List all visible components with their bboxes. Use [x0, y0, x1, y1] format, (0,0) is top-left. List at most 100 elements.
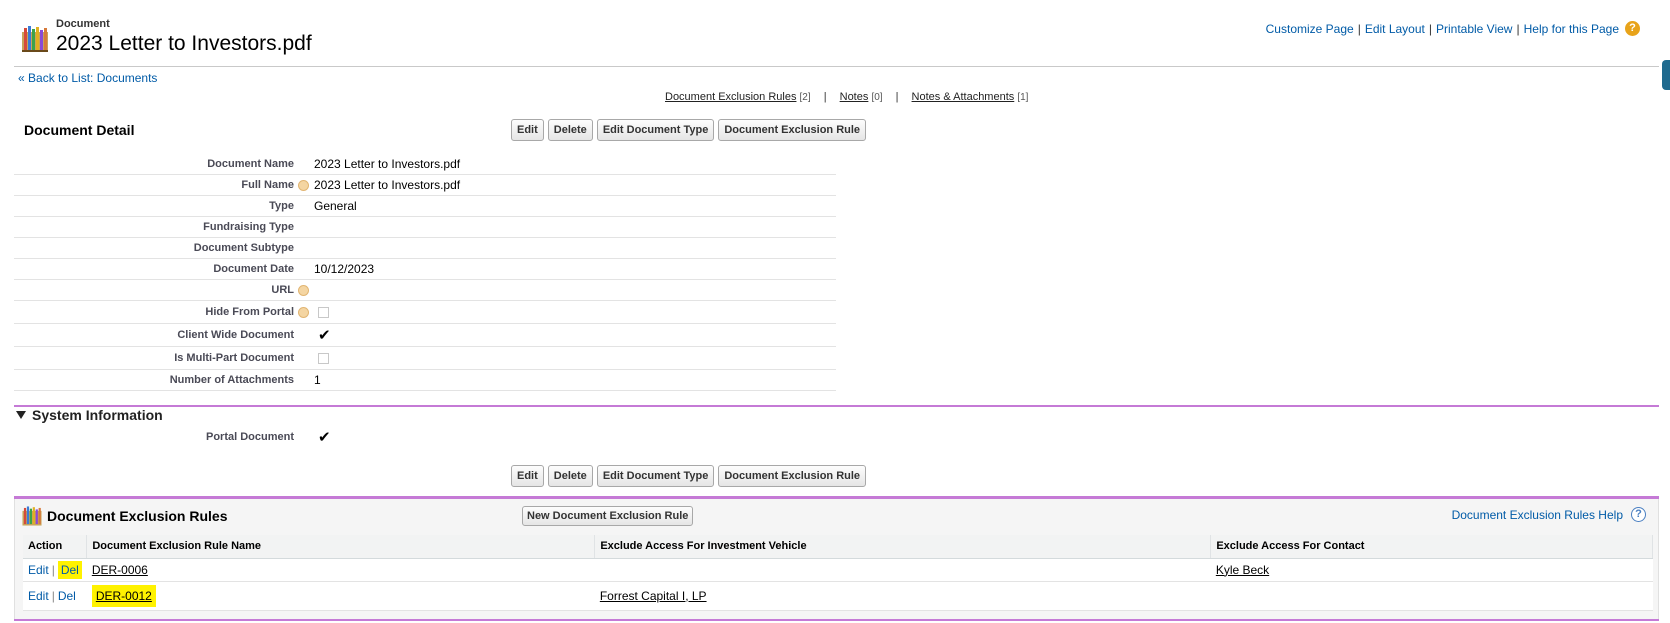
field-row: URL [14, 280, 836, 301]
field-label: Full Name [14, 179, 309, 191]
help-for-page-link[interactable]: Help for this Page [1524, 22, 1619, 36]
rule-name-link[interactable]: DER-0012 [96, 589, 152, 603]
detail-bottom-buttons: Edit Delete Edit Document Type Document … [511, 465, 867, 487]
field-row: Document Name 2023 Letter to Investors.p… [14, 154, 836, 175]
column-header-contact[interactable]: Exclude Access For Contact [1210, 535, 1653, 559]
investment-vehicle-cell: Forrest Capital I, LP [594, 581, 1211, 611]
link-separator: | [823, 91, 827, 103]
delete-row-link[interactable]: Del [57, 560, 82, 579]
field-label: Hide From Portal [14, 306, 309, 318]
investment-vehicle-link[interactable]: Forrest Capital I, LP [600, 589, 707, 603]
exclusion-rules-table: Action Document Exclusion Rule Name Excl… [23, 535, 1653, 611]
field-label-text: URL [271, 284, 294, 296]
field-row: Client Wide Document ✔ [14, 324, 836, 347]
rule-name-link[interactable]: DER-0006 [92, 563, 148, 577]
field-label: URL [14, 284, 309, 296]
help-icon[interactable]: ? [1631, 507, 1646, 522]
field-label-text: Full Name [241, 179, 294, 191]
field-row: Number of Attachments 1 [14, 370, 836, 391]
edit-button[interactable]: Edit [511, 119, 544, 141]
edit-row-link[interactable]: Edit [28, 589, 49, 603]
investment-vehicle-cell [594, 558, 1211, 582]
back-to-list: « Back to List: Documents [18, 71, 157, 85]
document-exclusion-rule-button[interactable]: Document Exclusion Rule [718, 465, 867, 487]
info-icon[interactable] [298, 284, 309, 296]
field-label: Number of Attachments [169, 374, 294, 386]
edit-document-type-button[interactable]: Edit Document Type [596, 119, 715, 141]
rule-name-cell: DER-0006 [86, 558, 595, 582]
related-link-count: [2] [799, 92, 811, 103]
column-header-rule-name[interactable]: Document Exclusion Rule Name [86, 535, 596, 559]
rule-name-cell: DER-0012 [86, 581, 595, 611]
exclusion-rules-help-link[interactable]: Document Exclusion Rules Help [1452, 508, 1623, 522]
detail-top-buttons: Edit Delete Edit Document Type Document … [511, 119, 867, 141]
related-link-notes[interactable]: Notes [840, 91, 869, 103]
related-list-hover-links: Document Exclusion Rules [2] | Notes [0]… [665, 91, 1028, 103]
sidebar-toggle-handle[interactable] [1662, 60, 1670, 90]
document-object-icon [22, 506, 42, 526]
related-link-exclusion-rules[interactable]: Document Exclusion Rules [665, 91, 796, 103]
related-list-title: Document Exclusion Rules [47, 508, 228, 524]
field-value [304, 352, 329, 364]
table-row: Edit | Del DER-0006 Kyle Beck [23, 558, 1653, 582]
exclusion-rules-related-list: Document Exclusion Rules New Document Ex… [14, 499, 1659, 619]
field-row: Full Name 2023 Letter to Investors.pdf [14, 175, 836, 196]
field-value: 2023 Letter to Investors.pdf [314, 178, 461, 192]
link-separator: | [1428, 21, 1432, 36]
edit-document-type-button[interactable]: Edit Document Type [596, 465, 715, 487]
contact-cell: Kyle Beck [1210, 558, 1653, 582]
link-separator: | [51, 562, 55, 577]
contact-link[interactable]: Kyle Beck [1216, 563, 1269, 577]
system-info-title: System Information [32, 407, 163, 423]
link-separator: | [1357, 21, 1361, 36]
delete-button[interactable]: Delete [547, 119, 593, 141]
field-label: Client Wide Document [177, 329, 294, 341]
contact-cell [1210, 581, 1653, 611]
related-link-count: [0] [871, 92, 883, 103]
new-exclusion-rule-button[interactable]: New Document Exclusion Rule [522, 506, 694, 526]
field-value: ✔ [304, 430, 331, 445]
customize-page-link[interactable]: Customize Page [1266, 22, 1354, 36]
row-actions: Edit | Del [23, 558, 87, 582]
field-row: Hide From Portal [14, 301, 836, 324]
field-row: Type General [14, 196, 836, 217]
printable-view-link[interactable]: Printable View [1436, 22, 1513, 36]
field-label-text: Hide From Portal [205, 306, 294, 318]
document-exclusion-rule-button[interactable]: Document Exclusion Rule [718, 119, 867, 141]
related-link-count: [1] [1017, 92, 1029, 103]
help-icon[interactable]: ? [1625, 21, 1640, 36]
back-to-list-link[interactable]: Back to List: Documents [28, 71, 157, 85]
edit-layout-link[interactable]: Edit Layout [1365, 22, 1425, 36]
checkmark-icon: ✔ [318, 326, 331, 344]
field-label: Type [269, 200, 294, 212]
related-list-help: Document Exclusion Rules Help ? [1452, 507, 1646, 522]
field-value: 1 [314, 373, 321, 387]
field-label: Is Multi-Part Document [174, 352, 294, 364]
column-header-investment-vehicle[interactable]: Exclude Access For Investment Vehicle [594, 535, 1212, 559]
field-row: Document Date 10/12/2023 [14, 259, 836, 280]
delete-row-link[interactable]: Del [58, 589, 76, 603]
object-type-label: Document [56, 18, 110, 30]
checkmark-icon: ✔ [318, 428, 331, 446]
system-info-toggle[interactable]: System Information [16, 407, 163, 423]
field-label: Document Subtype [193, 242, 294, 254]
unchecked-checkbox-icon [318, 352, 329, 364]
related-link-notes-attachments[interactable]: Notes & Attachments [912, 91, 1015, 103]
field-row: Portal Document ✔ [14, 426, 836, 448]
link-separator: | [1516, 21, 1520, 36]
field-label: Portal Document [205, 431, 294, 443]
field-label: Document Date [213, 263, 294, 275]
table-row: Edit | Del DER-0012 Forrest Capital I, LP [23, 581, 1653, 611]
top-links: Customize Page | Edit Layout | Printable… [1266, 21, 1640, 36]
field-value: ✔ [304, 328, 331, 343]
delete-button[interactable]: Delete [547, 465, 593, 487]
edit-button[interactable]: Edit [511, 465, 544, 487]
section-divider [14, 405, 1659, 407]
edit-row-link[interactable]: Edit [28, 563, 49, 577]
unchecked-checkbox-icon [318, 306, 329, 318]
detail-fields: Document Name 2023 Letter to Investors.p… [14, 154, 836, 391]
page-title: 2023 Letter to Investors.pdf [56, 32, 312, 55]
detail-section-title: Document Detail [24, 122, 135, 138]
field-value: 2023 Letter to Investors.pdf [314, 157, 461, 171]
field-value: 10/12/2023 [314, 262, 375, 276]
